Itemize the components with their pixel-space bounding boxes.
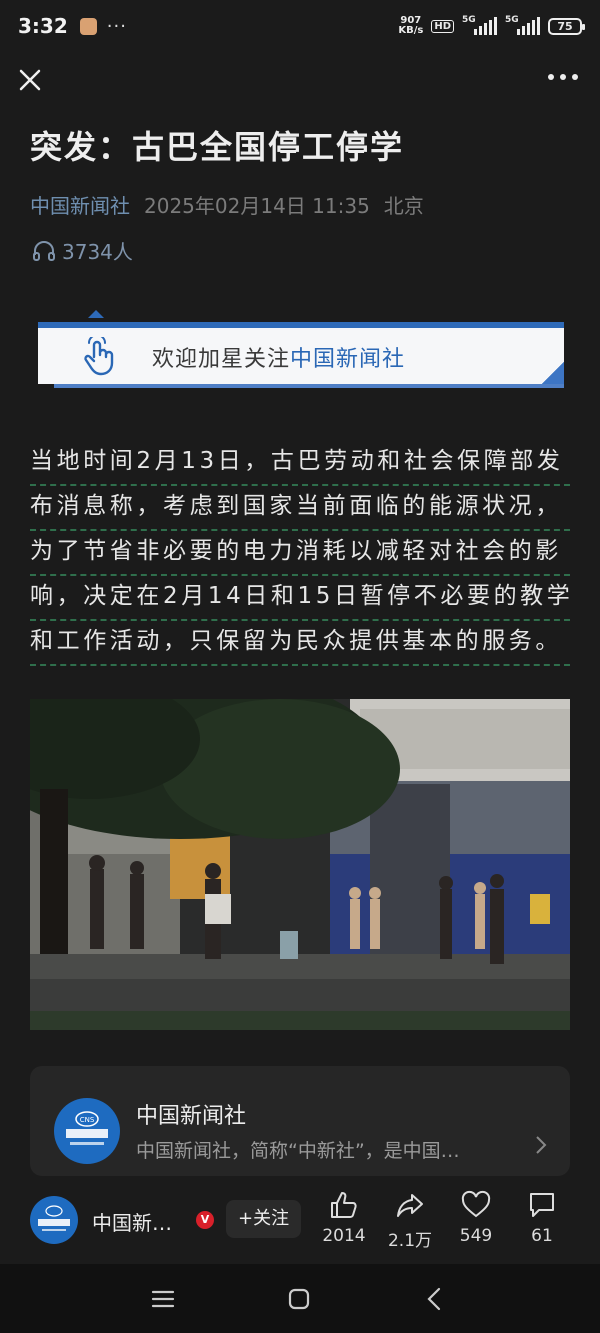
signal-strength-icon: 5G: [462, 15, 497, 35]
thumbs-up-icon: [331, 1192, 357, 1218]
signal-strength-icon-2: 5G: [505, 15, 540, 35]
body-line: 当地时间2月13日，古巴劳动和社会保障部发: [30, 441, 570, 486]
heart-icon: [461, 1190, 491, 1218]
network-speed: 907 KB/s: [398, 16, 423, 36]
network-type-label-2: 5G: [505, 15, 519, 25]
street-scene-image: [30, 699, 570, 1030]
account-avatar[interactable]: [30, 1196, 78, 1244]
back-icon[interactable]: [420, 1284, 450, 1314]
chevron-right-icon: [536, 1136, 547, 1154]
battery-icon: 75: [548, 17, 585, 35]
svg-text:CNS: CNS: [80, 1116, 95, 1124]
article-datetime: 2025年02月14日 11:35: [144, 194, 370, 218]
listen-count: 3734人: [62, 240, 133, 264]
follow-star-banner[interactable]: 欢迎加星关注中国新闻社: [38, 310, 566, 388]
network-type-label: 5G: [462, 15, 476, 25]
like-count: 2014: [322, 1226, 366, 1246]
comment-icon: [530, 1193, 554, 1217]
more-options-icon[interactable]: [548, 74, 578, 86]
banner-highlight: 中国新闻社: [290, 347, 406, 372]
article-meta: 中国新闻社 2025年02月14日 11:35 北京: [30, 190, 424, 219]
account-card[interactable]: CNS 中国新闻社 中国新闻社，简称“中新社”，是中国… … ……: [30, 1066, 570, 1176]
card-account-description: 中国新闻社，简称“中新社”，是中国…: [136, 1140, 460, 1162]
share-count: 2.1万: [387, 1231, 433, 1251]
app-notification-icon: [79, 17, 97, 35]
body-line: 和工作活动，只保留为民众提供基本的服务。: [30, 621, 570, 666]
recent-apps-icon[interactable]: [148, 1284, 178, 1314]
article-photo[interactable]: [30, 699, 570, 1030]
verified-badge-icon: V: [196, 1211, 214, 1229]
cns-logo: CNS: [54, 1098, 120, 1164]
system-nav-bar: [0, 1264, 600, 1333]
status-time: 3:32: [18, 14, 68, 38]
close-icon[interactable]: [14, 64, 46, 96]
listen-button[interactable]: 3734人: [32, 236, 133, 265]
article-title: 突发：古巴全国停工停学: [30, 128, 405, 166]
follow-button[interactable]: +关注: [226, 1200, 302, 1238]
article-source[interactable]: 中国新闻社: [30, 190, 130, 219]
share-icon: [397, 1194, 423, 1217]
card-account-name: 中国新闻社: [136, 1104, 247, 1129]
banner-text: 欢迎加星关注中国新闻社: [152, 341, 405, 373]
top-nav: [0, 52, 600, 108]
bar-account-name[interactable]: 中国新…: [92, 1207, 172, 1236]
bottom-action-bar: 中国新… V +关注 2014 2.1万 549 61: [0, 1176, 600, 1264]
headphones-icon: [33, 240, 55, 261]
home-icon[interactable]: [284, 1284, 314, 1314]
comment-button[interactable]: 61: [512, 1190, 572, 1246]
article-body: 当地时间2月13日，古巴劳动和社会保障部发 布消息称，考虑到国家当前面临的能源状…: [30, 441, 570, 666]
body-line: 为了节省非必要的电力消耗以减轻对社会的影: [30, 531, 570, 576]
body-line: 响，决定在2月14日和15日暂停不必要的教学: [30, 576, 570, 621]
more-notifications-icon: ···: [106, 15, 127, 37]
tap-hand-icon: [84, 337, 114, 376]
hd-voice-icon: HD: [431, 19, 454, 33]
share-button[interactable]: 2.1万: [380, 1190, 440, 1251]
body-line: 布消息称，考虑到国家当前面临的能源状况，: [30, 486, 570, 531]
article-location: 北京: [383, 194, 424, 218]
banner-prefix: 欢迎加星关注: [152, 347, 291, 372]
status-bar: 3:32 ··· 907 KB/s HD 5G 5G 75: [0, 0, 600, 52]
comment-count: 61: [531, 1226, 553, 1246]
like-button[interactable]: 2014: [314, 1190, 374, 1246]
network-speed-unit: KB/s: [398, 25, 424, 36]
favorite-button[interactable]: 549: [446, 1190, 506, 1246]
favorite-count: 549: [459, 1226, 493, 1246]
